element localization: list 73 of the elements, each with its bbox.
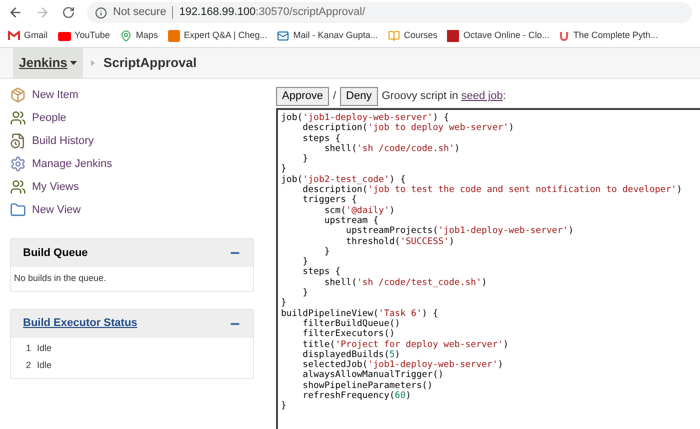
book-icon (388, 30, 400, 42)
panel-title: Build Queue (23, 246, 88, 261)
executor-status: Idle (37, 359, 52, 372)
code-line: } (281, 298, 286, 309)
bookmark[interactable]: The Complete Pyth... (559, 29, 658, 43)
bookmark[interactable]: Expert Q&A | Cheg... (168, 29, 268, 43)
breadcrumb-text: ScriptApproval (103, 54, 197, 72)
code-line: } (302, 288, 308, 298)
url-text: 192.168.99.100:30570/scriptApproval/ (179, 5, 366, 20)
sidebar-link[interactable]: New Item (10, 87, 254, 103)
code-line: shell('sh /code/code.sh') (323, 144, 460, 154)
map-pin-icon (120, 30, 132, 42)
bookmark[interactable]: YouTube (58, 29, 110, 43)
caret-icon (70, 61, 78, 65)
sidebar-link[interactable]: My Views (10, 179, 254, 195)
bookmark[interactable]: Gmail (8, 29, 48, 43)
reload-icon[interactable] (62, 6, 75, 19)
executor-number: 2 (26, 359, 32, 372)
code-line: showPipelineParameters() (302, 380, 433, 391)
code-line: job('job1-deploy-web-server') { (281, 113, 449, 123)
breadcrumb-link[interactable]: Jenkins (13, 48, 84, 78)
code-line: buildPipelineView('Task 6') { (281, 308, 438, 319)
sidebar-link[interactable]: Build History (10, 133, 254, 149)
security-label: Not secure (113, 5, 166, 20)
code-line: description('job to test the code and sent notification to developer') (302, 185, 682, 196)
executor-number: 1 (26, 342, 32, 356)
script-caption: Groovy script in seed job: (382, 89, 506, 104)
code-line: upstream { (323, 216, 379, 226)
sidebar-link[interactable]: People (10, 110, 254, 126)
code-line: } (281, 164, 286, 175)
code-line: threshold('SUCCESS') (345, 236, 454, 247)
code-line: job('job2-test_code') { (281, 174, 406, 185)
deny-button[interactable]: Deny (340, 87, 378, 106)
code-line: upstreamProjects('job1-deploy-web-server') (345, 226, 574, 237)
address-bar[interactable]: Not secure 192.168.99.100:30570/scriptApproval/ (87, 2, 692, 23)
code-line: alwaysAllowManualTrigger() (302, 370, 444, 381)
approve-button[interactable]: Approve (276, 87, 329, 106)
code-line: filterBuildQueue() (302, 318, 400, 329)
code-line: } (302, 154, 308, 164)
separator-text: / (332, 89, 336, 104)
code-line: selectedJob('job1-deploy-web-server') (302, 360, 504, 370)
bookmark[interactable]: Maps (120, 29, 158, 43)
code-line: filterExecutors() (302, 329, 395, 340)
code-line: } (323, 246, 330, 258)
queue-message: No builds in the queue. (13, 272, 108, 285)
code-line: triggers { (302, 195, 357, 206)
people-icon (10, 179, 26, 195)
people-icon (10, 110, 26, 126)
code-line: } (281, 401, 286, 412)
folder-icon (10, 202, 26, 218)
code-line: refreshFrequency(60) (302, 391, 412, 402)
executor-status: Idle (37, 342, 52, 356)
info-icon (95, 6, 107, 18)
curve-icon (559, 31, 570, 41)
sidebar-link[interactable]: New View (10, 202, 254, 218)
sidebar-link[interactable]: Manage Jenkins (10, 156, 254, 172)
code-line: displayedBuilds(5) (302, 350, 400, 360)
code-line: title('Project for deploy web-server') (302, 340, 509, 350)
code-line: steps { (302, 134, 341, 144)
bookmark[interactable]: Octave Online - Clo... (447, 29, 550, 43)
bookmark[interactable]: Mail - Kanav Gupta... (277, 29, 378, 43)
back-icon[interactable] (8, 5, 23, 20)
mail-icon (277, 30, 290, 42)
code-line: shell('sh /code/test_code.sh') (323, 278, 487, 288)
gear-icon (10, 156, 26, 172)
code-line: steps { (302, 267, 341, 278)
package-icon (10, 87, 26, 103)
bookmark[interactable]: Courses (388, 29, 438, 43)
job-link[interactable]: seed job (461, 90, 503, 102)
chevron-icon (91, 60, 96, 66)
code-line: description('job to deploy web-server') (302, 123, 514, 134)
code-line: scm('@daily') (323, 206, 395, 216)
code-line: } (302, 257, 308, 268)
